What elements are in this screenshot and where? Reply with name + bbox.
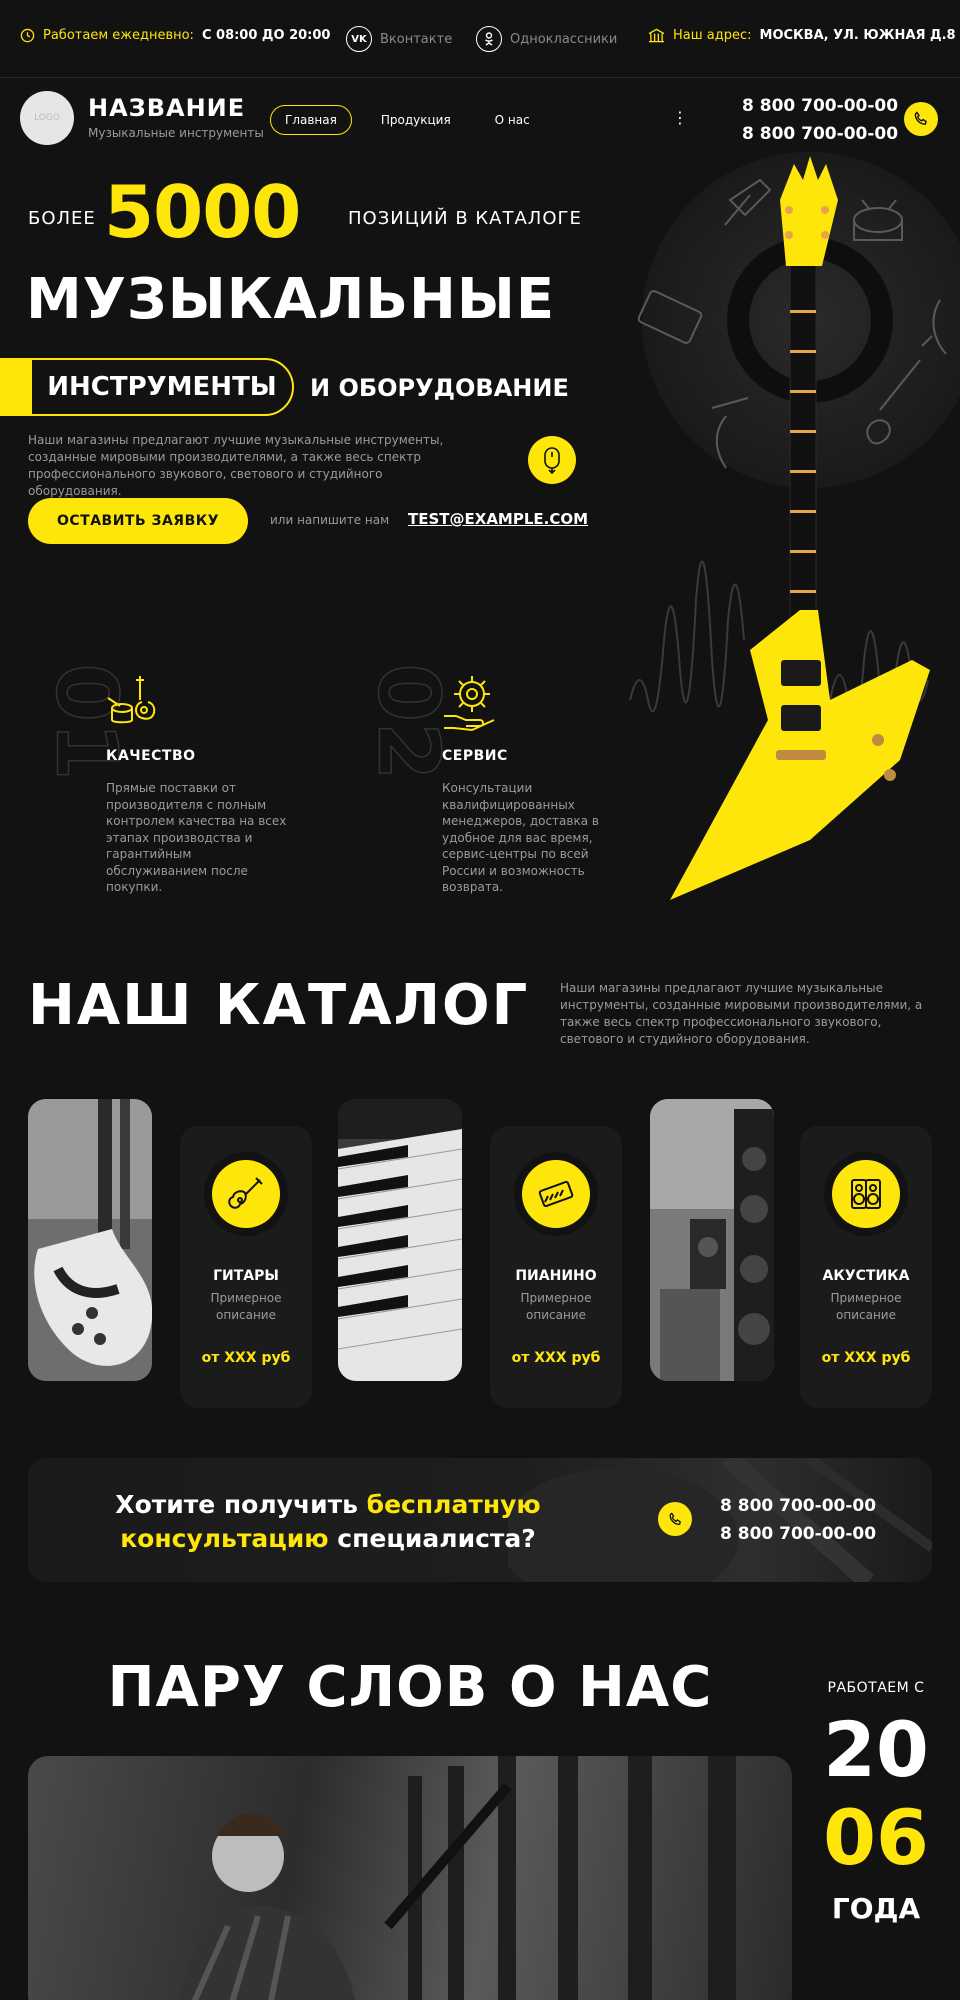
consultation-call-button[interactable] (658, 1502, 692, 1536)
since-year-part-2: 06 (823, 1793, 929, 1882)
card-price-piano: от XXX руб (511, 1350, 601, 1366)
brand-name: НАЗВАНИЕ (88, 94, 246, 122)
top-bar: Работаем ежедневно: С 08:00 ДО 20:00 VK … (0, 0, 960, 78)
logo[interactable]: LOGO (20, 91, 74, 145)
consultation-question: Хотите получить бесплатную консультацию … (115, 1490, 541, 1553)
nav-products[interactable]: Продукция (366, 105, 466, 135)
address: Наш адрес: МОСКВА, УЛ. ЮЖНАЯ Д.8 (648, 28, 956, 43)
card-price-acoustic: от XXX руб (821, 1350, 911, 1366)
vk-icon: VK (346, 26, 372, 52)
catalog-card-guitars[interactable]: ГИТАРЫ Примерное описание от XXX руб (180, 1126, 312, 1408)
hero-suffix: ПОЗИЦИЙ В КАТАЛОГЕ (348, 208, 582, 229)
address-label: Наш адрес: (673, 28, 752, 43)
ok-label: Одноклассники (510, 31, 618, 47)
vk-label: Вконтакте (380, 31, 453, 47)
consultation-phones: 8 800 700-00-00 8 800 700-00-00 (720, 1492, 876, 1548)
card-desc-piano: Примерное описание (520, 1291, 592, 1322)
hero-accent-bar (0, 358, 30, 416)
hero-title-rest: И ОБОРУДОВАНИЕ (310, 374, 569, 402)
card-price-guitars: от XXX руб (201, 1350, 291, 1366)
clock-icon (20, 28, 35, 43)
brand-subtitle: Музыкальные инструменты (88, 126, 264, 140)
catalog-card-acoustic[interactable]: АКУСТИКА Примерное описание от XXX руб (800, 1126, 932, 1408)
feature-title-2: СЕРВИС (442, 748, 508, 764)
nav-home[interactable]: Главная (270, 105, 352, 135)
odnoklassniki-icon (476, 26, 502, 52)
feature-title-1: КАЧЕСТВО (106, 748, 196, 764)
working-hours: Работаем ежедневно: С 08:00 ДО 20:00 (20, 28, 330, 43)
hero-title: МУЗЫКАЛЬНЫЕ (26, 267, 556, 332)
guitars-photo[interactable] (28, 1099, 152, 1381)
feature-number-2: 02 (359, 663, 459, 781)
since-suffix: ГОДА (831, 1892, 921, 1925)
drum-guitar-icon (107, 676, 156, 724)
consultation-phone-1[interactable]: 8 800 700-00-00 (720, 1492, 876, 1520)
catalog-title: НАШ КАТАЛОГ (28, 973, 530, 1038)
since-label: РАБОТАЕМ С (827, 1680, 925, 1696)
card-title-acoustic: АКУСТИКА (822, 1268, 910, 1284)
acoustic-photo[interactable] (650, 1099, 774, 1381)
card-desc-guitars: Примерное описание (210, 1291, 282, 1322)
card-title-piano: ПИАНИНО (515, 1268, 597, 1284)
speaker-icon (832, 1160, 900, 1228)
hero-title-pill: ИНСТРУМЕНТЫ (30, 358, 294, 416)
phone-icon (914, 111, 927, 125)
hero-prefix: БОЛЕЕ (28, 208, 96, 229)
about-photo (28, 1756, 792, 2000)
guitar-icon (212, 1160, 280, 1228)
call-button[interactable] (904, 102, 938, 136)
hero-description: Наши магазины предлагают лучшие музыкаль… (28, 433, 444, 498)
email-link[interactable]: TEST@EXAMPLE.COM (408, 510, 588, 528)
hero-number: 5000 (104, 170, 301, 254)
card-title-guitars: ГИТАРЫ (213, 1268, 279, 1284)
nav-about[interactable]: О нас (480, 105, 545, 135)
address-value: МОСКВА, УЛ. ЮЖНАЯ Д.8 (759, 28, 956, 43)
catalog-card-piano[interactable]: ПИАНИНО Примерное описание от XXX руб (490, 1126, 622, 1408)
building-icon (648, 28, 665, 43)
hours-value: С 08:00 ДО 20:00 (201, 28, 331, 43)
catalog-description: Наши магазины предлагают лучшие музыкаль… (560, 981, 923, 1046)
main-nav: Главная Продукция О нас (270, 105, 545, 135)
hours-label: Работаем ежедневно: (43, 28, 194, 43)
guitar-hero-illustration (629, 152, 960, 900)
leave-request-button[interactable]: ОСТАВИТЬ ЗАЯВКУ (28, 498, 248, 544)
piano-photo[interactable] (338, 1099, 462, 1381)
feature-text-2: Консультации квалифицированных менеджеро… (442, 781, 599, 894)
scroll-down-button[interactable] (528, 436, 576, 484)
feature-text-1: Прямые поставки от производителя с полны… (106, 781, 287, 894)
consultation-banner: Хотите получить бесплатную консультацию … (28, 1458, 932, 1582)
about-title: ПАРУ СЛОВ О НАС (107, 1655, 713, 1720)
consultation-phone-2[interactable]: 8 800 700-00-00 (720, 1520, 876, 1548)
or-write-label: или напишите нам (270, 513, 390, 527)
since-year-part-1: 20 (823, 1705, 929, 1794)
mouse-icon (544, 447, 560, 474)
keyboard-icon (522, 1160, 590, 1228)
phone-icon (669, 1511, 681, 1525)
card-desc-acoustic: Примерное описание (830, 1291, 902, 1322)
ok-link[interactable]: Одноклассники (476, 26, 617, 52)
more-menu-icon[interactable]: ⋮ (672, 108, 688, 127)
header-phone-1[interactable]: 8 800 700-00-00 (742, 92, 898, 120)
gear-service-icon (444, 676, 495, 732)
vk-link[interactable]: VK Вконтакте (346, 26, 452, 52)
